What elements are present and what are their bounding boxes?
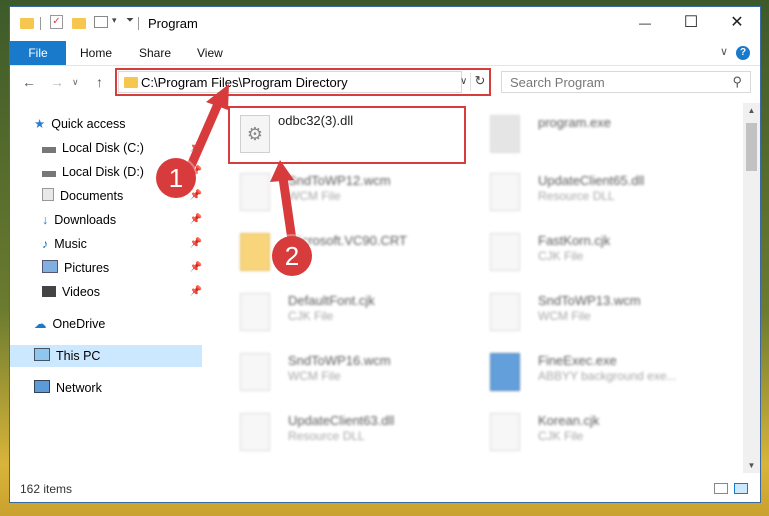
properties-icon[interactable]: ✓ (50, 15, 63, 29)
sidebar-item-onedrive[interactable]: ☁ OneDrive (34, 313, 105, 335)
scroll-down-icon[interactable]: ▼ (743, 461, 760, 470)
close-button[interactable]: ✕ (714, 7, 760, 39)
exe-window-icon (490, 353, 520, 391)
sidebar-item-downloads[interactable]: ↓ Downloads 📌 (42, 209, 202, 231)
list-item[interactable]: Microsoft.VC90.CRT (230, 227, 470, 279)
back-button[interactable]: ← (22, 74, 36, 90)
forward-button[interactable]: → (50, 74, 64, 90)
pictures-icon (42, 260, 58, 273)
network-icon (34, 380, 50, 393)
tab-file[interactable]: File (10, 41, 66, 65)
tab-view[interactable]: View (197, 41, 223, 65)
scroll-up-icon[interactable]: ▲ (743, 106, 760, 115)
music-icon: ♪ (42, 237, 49, 251)
folder-icon (20, 18, 34, 29)
step-badge-2: 2 (272, 236, 312, 276)
sidebar-item-music[interactable]: ♪ Music 📌 (42, 233, 202, 255)
file-highlight (228, 106, 466, 164)
file-icon (490, 293, 520, 331)
computer-icon (34, 348, 50, 361)
scroll-thumb[interactable] (746, 123, 757, 171)
file-icon (240, 173, 270, 211)
customize-toolbar-icon[interactable]: ⏷ (126, 15, 134, 31)
list-item[interactable]: SndToWP12.wcm WCM File (230, 167, 470, 219)
search-icon: ⚲ (732, 74, 742, 89)
step-badge-1: 1 (156, 158, 196, 198)
pin-icon: 📌 (189, 238, 202, 249)
file-icon (240, 353, 270, 391)
ribbon: File Home Share View ∨ ? (10, 41, 760, 66)
list-item[interactable]: UpdateClient63.dll Resource DLL (230, 407, 470, 459)
sidebar-item-local-disk-c[interactable]: Local Disk (C:) 📌 (42, 137, 202, 159)
recent-locations-icon[interactable]: ∨ (72, 77, 79, 88)
list-item[interactable]: program.exe (480, 109, 720, 161)
download-icon: ↓ (42, 213, 49, 227)
pin-icon: 📌 (189, 262, 202, 273)
address-highlight (115, 68, 491, 96)
explorer-window: ✓ ▾ ⏷ Program — ☐ ✕ File Home Share View… (9, 6, 761, 503)
exe-icon (490, 115, 520, 153)
list-item[interactable]: FastKorn.cjk CJK File (480, 227, 720, 279)
view-menu-icon[interactable] (94, 16, 108, 28)
tab-home[interactable]: Home (80, 41, 112, 65)
help-icon[interactable]: ? (736, 46, 750, 60)
videos-icon (42, 286, 56, 297)
tab-share[interactable]: Share (139, 41, 171, 65)
window-title: Program (148, 16, 198, 31)
list-item[interactable]: DefaultFont.cjk CJK File (230, 287, 470, 339)
sidebar-item-this-pc[interactable]: This PC (10, 345, 202, 367)
item-count: 162 items (20, 482, 73, 496)
file-icon (490, 413, 520, 451)
list-item[interactable]: Korean.cjk CJK File (480, 407, 720, 459)
list-item[interactable]: SndToWP13.wcm WCM File (480, 287, 720, 339)
pin-icon: 📌 (189, 142, 202, 153)
sidebar-item-pictures[interactable]: Pictures 📌 (42, 257, 202, 279)
vertical-scrollbar[interactable]: ▲ ▼ (743, 103, 760, 473)
drive-icon (42, 147, 56, 153)
documents-icon (42, 188, 54, 201)
list-item[interactable]: SndToWP16.wcm WCM File (230, 347, 470, 399)
large-icons-view-icon[interactable] (734, 483, 748, 494)
sidebar-item-network[interactable]: Network (34, 377, 102, 399)
separator (40, 17, 41, 30)
status-bar: 162 items (10, 476, 760, 502)
details-view-icon[interactable] (714, 483, 728, 494)
dll-gear-icon (240, 413, 270, 451)
list-item[interactable]: UpdateClient65.dll Resource DLL (480, 167, 720, 219)
sidebar-item-videos[interactable]: Videos 📌 (42, 281, 202, 303)
drive-icon (42, 171, 56, 177)
title-bar: ✓ ▾ ⏷ Program — ☐ ✕ (10, 7, 760, 39)
folder-icon (240, 233, 270, 271)
new-folder-icon[interactable] (72, 18, 86, 29)
star-icon: ★ (34, 117, 46, 131)
file-icon (240, 293, 270, 331)
chevron-down-icon[interactable]: ▾ (112, 15, 117, 31)
expand-ribbon-icon[interactable]: ∨ (720, 45, 728, 58)
search-placeholder: Search Program (510, 75, 605, 90)
maximize-button[interactable]: ☐ (668, 7, 714, 39)
pin-icon: 📌 (189, 214, 202, 225)
list-item[interactable]: FineExec.exe ABBYY background exe... (480, 347, 720, 399)
search-input[interactable]: Search Program ⚲ (501, 71, 751, 93)
file-icon (490, 233, 520, 271)
minimize-button[interactable]: — (622, 7, 668, 39)
sidebar-item-quick-access[interactable]: ★ Quick access (34, 113, 126, 135)
dll-gear-icon (490, 173, 520, 211)
up-button[interactable]: ↑ (96, 74, 103, 90)
separator (138, 17, 139, 30)
cloud-icon: ☁ (34, 317, 47, 331)
pin-icon: 📌 (189, 286, 202, 297)
